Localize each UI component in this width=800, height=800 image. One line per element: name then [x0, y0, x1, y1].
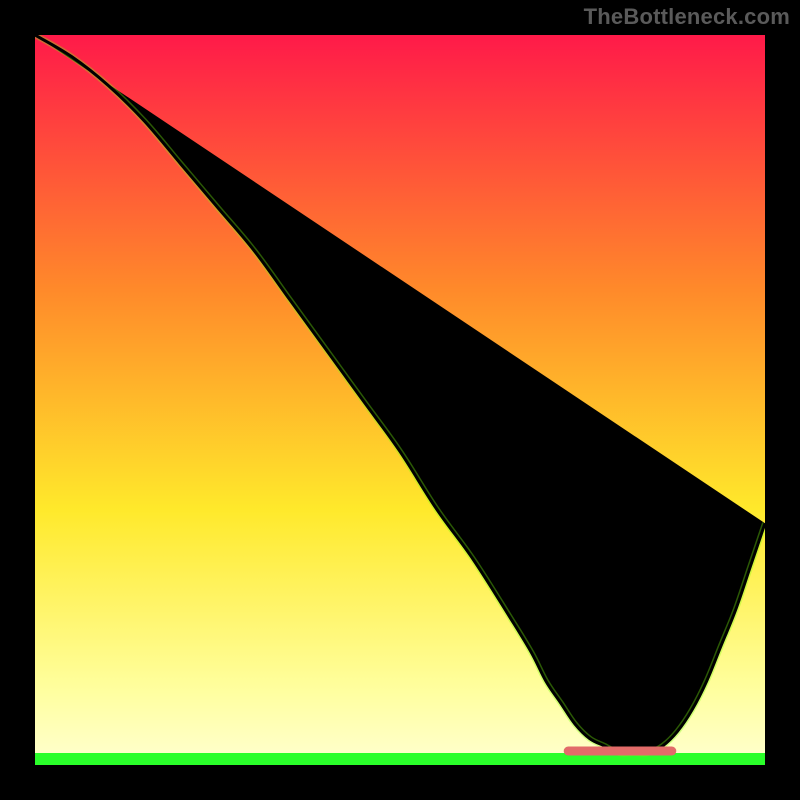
bottleneck-chart — [35, 35, 765, 765]
plot-area — [35, 35, 765, 765]
watermark-label: TheBottleneck.com — [584, 4, 790, 30]
chart-frame: TheBottleneck.com — [0, 0, 800, 800]
